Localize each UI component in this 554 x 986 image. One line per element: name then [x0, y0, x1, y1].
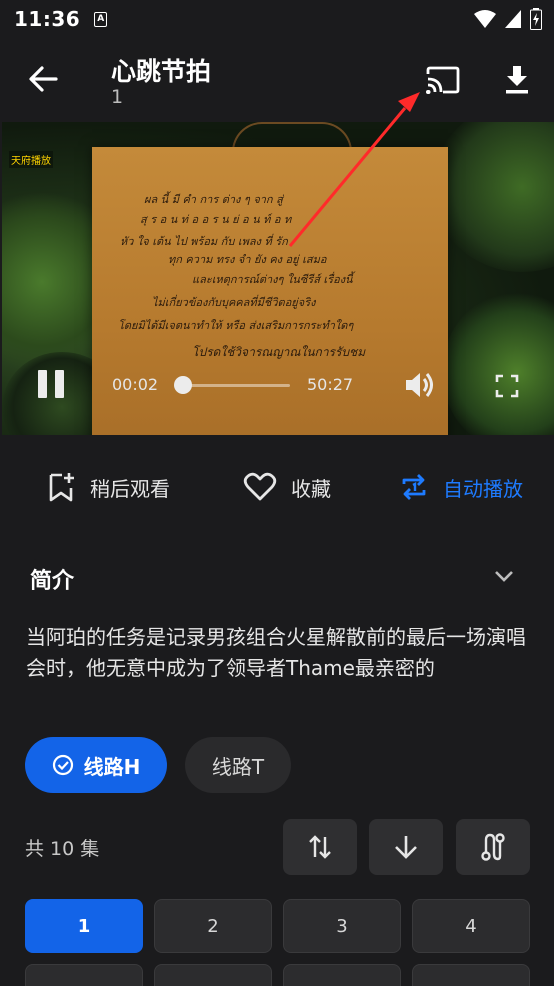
- episode-button-partial[interactable]: [412, 964, 530, 986]
- sign-line: หัว ใจ เต้น ไป พร้อม กับ เพลง ที่ รัก: [120, 235, 288, 248]
- episode-label: 2: [207, 915, 219, 937]
- episode-label: 3: [336, 915, 348, 937]
- route-h-button[interactable]: 线路H: [25, 737, 167, 793]
- wifi-icon: [474, 10, 496, 28]
- sign-line: ทุก ความ ทรง จำ ยัง คง อยู่ เสมอ: [168, 253, 327, 266]
- watch-later-label: 稍后观看: [90, 476, 170, 501]
- pause-button[interactable]: [38, 370, 68, 400]
- foliage-decoration: [432, 122, 554, 272]
- fullscreen-icon: [495, 374, 519, 398]
- action-row: 稍后观看 收藏 自动播放: [0, 460, 554, 520]
- episode-4-button[interactable]: 4: [412, 899, 530, 953]
- favorite-button[interactable]: 收藏: [243, 472, 331, 502]
- sign-line: โดยมิได้มีเจตนาทำให้ หรือ ส่งเสริมการกระ…: [118, 319, 354, 332]
- seek-bar[interactable]: [180, 384, 290, 387]
- video-player[interactable]: ผล นี้ มี คำ การ ต่าง ๆ จาก สู่ สุ ร อ น…: [2, 122, 554, 435]
- page-title: 心跳节拍: [111, 57, 212, 86]
- watch-later-button[interactable]: 稍后观看: [48, 472, 170, 502]
- episode-button-partial[interactable]: [25, 964, 143, 986]
- back-button[interactable]: [22, 58, 64, 100]
- autoplay-label: 自动播放: [443, 476, 523, 501]
- battery-icon: [530, 8, 542, 30]
- episode-2-button[interactable]: 2: [154, 899, 272, 953]
- route-t-label: 线路T: [211, 754, 265, 779]
- watermark-logo: 天府播放: [9, 151, 53, 168]
- fullscreen-button[interactable]: [495, 374, 519, 398]
- sort-icon: [309, 835, 331, 859]
- foliage-decoration: [442, 292, 554, 435]
- total-time: 50:27: [307, 375, 354, 394]
- episode-1-button[interactable]: 1: [25, 899, 143, 953]
- sign-line: โปรดใช้วิจารณญาณในการรับชม: [192, 345, 366, 359]
- arrow-left-icon: [29, 66, 58, 92]
- chevron-down-icon: [495, 571, 513, 582]
- volume-icon: [406, 373, 433, 397]
- route-switch-button[interactable]: [456, 819, 530, 875]
- route-icon: [481, 833, 505, 861]
- cast-icon: [426, 66, 460, 94]
- episode-subtitle: 1: [111, 86, 124, 108]
- episode-label: 4: [465, 915, 477, 937]
- cast-button[interactable]: [420, 58, 464, 102]
- check-circle-icon: [52, 754, 73, 776]
- sort-button[interactable]: [283, 819, 357, 875]
- episode-count: 共 10 集: [25, 838, 100, 860]
- sign-line: ผล นี้ มี คำ การ ต่าง ๆ จาก สู่: [144, 193, 283, 206]
- download-button[interactable]: [495, 58, 539, 102]
- intro-title: 简介: [30, 569, 75, 594]
- current-time: 00:02: [112, 375, 159, 394]
- volume-button[interactable]: [404, 370, 438, 400]
- repeat-one-icon: [402, 474, 426, 500]
- episode-button-partial[interactable]: [283, 964, 401, 986]
- pause-bar-left: [38, 370, 47, 398]
- sign-line: และเหตุการณ์ต่างๆ ในซีรีส์ เรื่องนี้: [192, 273, 353, 286]
- status-bar: 11:36 A: [0, 0, 554, 38]
- app-bar: 心跳节拍 1: [0, 38, 554, 122]
- heart-icon: [243, 472, 277, 501]
- seek-thumb[interactable]: [174, 376, 192, 394]
- pause-bar-right: [55, 370, 64, 398]
- expand-intro-button[interactable]: [492, 566, 516, 586]
- sign-line: ไม่เกี่ยวข้องกับบุคคลที่มีชีวิตอยู่จริง: [152, 296, 316, 309]
- signal-icon: [505, 10, 521, 28]
- route-t-button[interactable]: 线路T: [185, 737, 291, 793]
- notification-icon: A: [94, 11, 108, 27]
- route-h-label: 线路H: [83, 754, 141, 779]
- bookmark-add-icon: [49, 473, 74, 502]
- sign-line: สุ ร อ น ท่ อ อ ร น ย่ อ น ท์ อ ท: [140, 213, 292, 226]
- download-icon: [506, 66, 528, 94]
- episode-button-partial[interactable]: [154, 964, 272, 986]
- favorite-label: 收藏: [291, 476, 331, 501]
- autoplay-button[interactable]: 自动播放: [399, 472, 523, 502]
- status-icons: [474, 8, 542, 30]
- arrow-down-icon: [395, 836, 417, 859]
- status-time: 11:36: [14, 7, 81, 31]
- episode-label: 1: [77, 915, 91, 937]
- episode-3-button[interactable]: 3: [283, 899, 401, 953]
- intro-text: 当阿珀的任务是记录男孩组合火星解散前的最后一场演唱会时，他无意中成为了领导者Th…: [26, 625, 526, 680]
- download-episodes-button[interactable]: [369, 819, 443, 875]
